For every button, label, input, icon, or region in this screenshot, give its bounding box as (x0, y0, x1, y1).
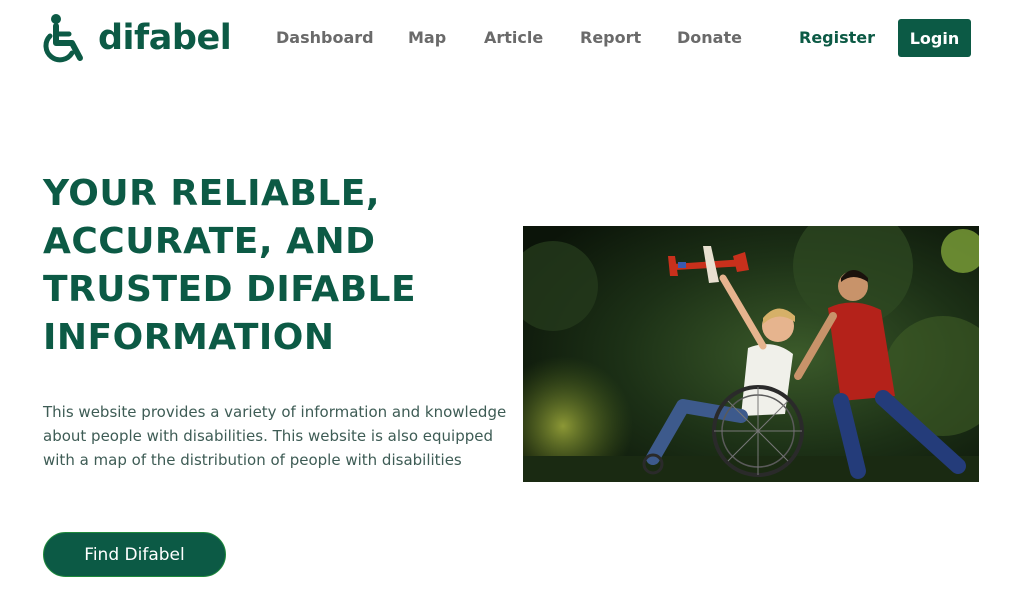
register-link[interactable]: Register (799, 27, 875, 49)
login-button[interactable]: Login (898, 19, 971, 57)
nav-map[interactable]: Map (408, 27, 446, 49)
brand-name: difabel (98, 17, 232, 58)
nav-article[interactable]: Article (484, 27, 543, 49)
nav-dashboard[interactable]: Dashboard (276, 27, 374, 49)
site-header: difabel Dashboard Map Article Report Don… (0, 0, 1023, 76)
wheelchair-icon (43, 14, 83, 63)
nav-report[interactable]: Report (580, 27, 641, 49)
brand-logo[interactable]: difabel (42, 12, 232, 64)
nav-donate[interactable]: Donate (677, 27, 742, 49)
hero-image (523, 226, 979, 482)
hero-title: YOUR RELIABLE, ACCURATE, AND TRUSTED DIF… (43, 173, 417, 358)
find-difabel-button[interactable]: Find Difabel (43, 532, 226, 577)
hero-description: This website provides a variety of infor… (43, 403, 507, 469)
